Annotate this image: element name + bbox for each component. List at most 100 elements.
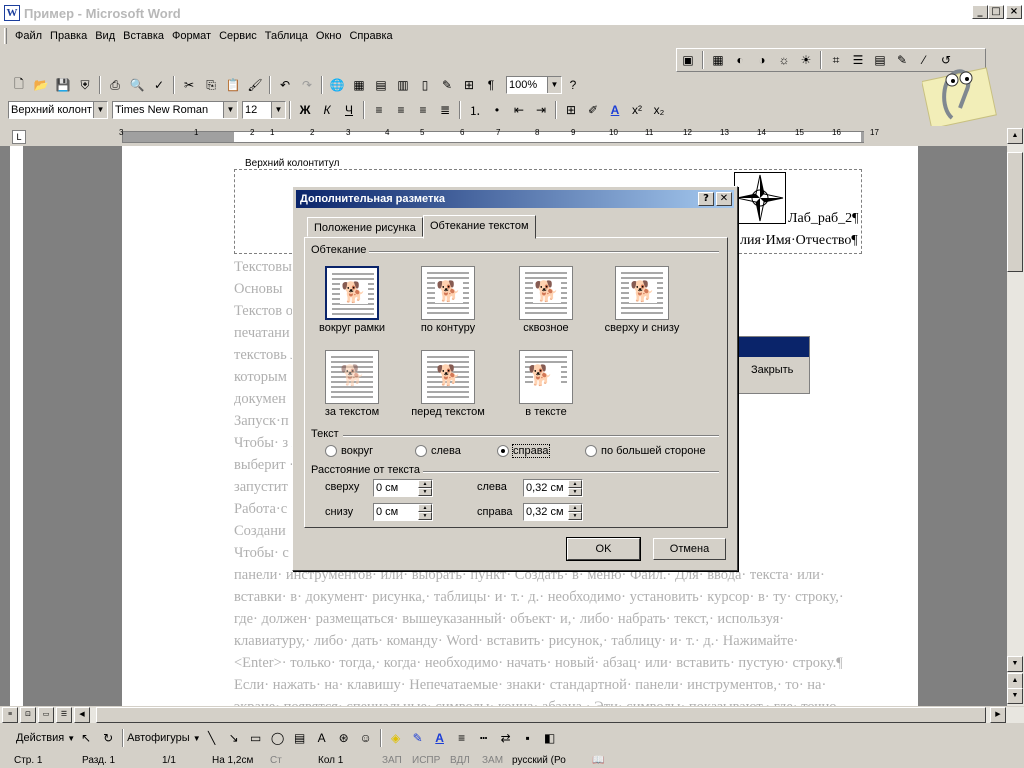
spin-up-icon[interactable]: ▲	[418, 504, 432, 512]
align-right-icon[interactable]: ≡	[412, 99, 434, 121]
3d-icon[interactable]: ◧	[539, 727, 561, 749]
menu-insert[interactable]: Вставка	[123, 30, 164, 42]
document-map-icon[interactable]: ⊞	[458, 74, 480, 96]
format-picture-icon[interactable]: ✎	[891, 49, 913, 71]
less-brightness-icon[interactable]: ☀	[795, 49, 817, 71]
more-contrast-icon[interactable]: ◐	[729, 49, 751, 71]
status-ovr[interactable]: ЗАМ	[482, 755, 503, 766]
open-icon[interactable]: 📂	[30, 74, 52, 96]
arrow-icon[interactable]: ↘	[223, 727, 245, 749]
redo-icon[interactable]: ↷	[296, 74, 318, 96]
minimize-button[interactable]: _	[972, 5, 988, 19]
menu-edit[interactable]: Правка	[50, 30, 87, 42]
vertical-ruler[interactable]	[10, 146, 24, 706]
status-trk[interactable]: ИСПР	[412, 755, 440, 766]
spin-down-icon[interactable]: ▼	[568, 488, 582, 496]
spelling-status-icon[interactable]: 📖	[592, 755, 604, 766]
normal-view-icon[interactable]: ≡	[2, 707, 18, 723]
scroll-down-icon[interactable]: ▼	[1007, 656, 1023, 672]
outline-view-icon[interactable]: ☰	[56, 707, 72, 723]
status-ext[interactable]: ВДЛ	[450, 755, 470, 766]
superscript-icon[interactable]: x²	[626, 99, 648, 121]
next-page-icon[interactable]: ▼	[1007, 688, 1023, 704]
print-icon[interactable]: ⎙	[104, 74, 126, 96]
justify-icon[interactable]: ≣	[434, 99, 456, 121]
wrap-behind-button[interactable]: 🐕	[325, 350, 379, 404]
dash-style-icon[interactable]: ┅	[473, 727, 495, 749]
new-document-icon[interactable]: 🗋	[8, 74, 30, 96]
style-combo[interactable]: Верхний колонт ▼	[8, 101, 108, 119]
chevron-down-icon[interactable]: ▼	[547, 77, 561, 93]
tab-picture-position[interactable]: Положение рисунка	[307, 217, 423, 237]
clipart-icon[interactable]: ☺	[355, 727, 377, 749]
crop-icon[interactable]: ⌗	[825, 49, 847, 71]
close-window-button[interactable]: ×	[1006, 5, 1022, 19]
font-size-combo[interactable]: 12 ▼	[242, 101, 286, 119]
line-icon[interactable]: ╲	[201, 727, 223, 749]
distance-right-input[interactable]: 0,32 см ▲ ▼	[523, 503, 583, 521]
spelling-icon[interactable]: ✓	[148, 74, 170, 96]
insert-table-icon[interactable]: ▤	[370, 74, 392, 96]
select-objects-icon[interactable]: ↖	[75, 727, 97, 749]
borders-icon[interactable]: ⊞	[560, 99, 582, 121]
underline-icon[interactable]: Ч	[338, 99, 360, 121]
help-icon[interactable]: ?	[562, 74, 584, 96]
highlight-icon[interactable]: ✐	[582, 99, 604, 121]
bullets-icon[interactable]: •	[486, 99, 508, 121]
maximize-button[interactable]: □	[988, 5, 1004, 19]
font-combo[interactable]: Times New Roman ▼	[112, 101, 238, 119]
fill-color-icon[interactable]: ◈	[385, 727, 407, 749]
cancel-button[interactable]: Отмена	[653, 538, 726, 560]
actions-menu[interactable]: Действия	[16, 732, 64, 744]
wrap-tight-button[interactable]: 🐕	[421, 266, 475, 320]
status-rec[interactable]: ЗАП	[382, 755, 402, 766]
dialog-help-button[interactable]: ?	[698, 192, 714, 206]
scroll-right-icon[interactable]: ▶	[990, 707, 1006, 723]
tables-borders-icon[interactable]: ▦	[348, 74, 370, 96]
undo-icon[interactable]: ↶	[274, 74, 296, 96]
tab-selector[interactable]: L	[12, 130, 26, 144]
radio-right[interactable]: справа	[497, 444, 550, 458]
less-contrast-icon[interactable]: ◑	[751, 49, 773, 71]
radio-both-sides[interactable]: вокруг	[325, 445, 373, 457]
dialog-title-bar[interactable]: Дополнительная разметка ? ✕	[296, 190, 734, 208]
align-left-icon[interactable]: ≡	[368, 99, 390, 121]
chevron-down-icon[interactable]: ▼	[271, 102, 285, 118]
radio-largest-side[interactable]: по большей стороне	[585, 445, 706, 457]
line-color-icon[interactable]: ✎	[407, 727, 429, 749]
text-box-icon[interactable]: ▤	[289, 727, 311, 749]
wrap-top-bottom-button[interactable]: 🐕	[615, 266, 669, 320]
numbering-icon[interactable]: ⒈	[464, 99, 486, 121]
spin-up-icon[interactable]: ▲	[568, 504, 582, 512]
horizontal-scroll-thumb[interactable]	[96, 707, 986, 723]
print-view-icon[interactable]: ▭	[38, 707, 54, 723]
distance-top-input[interactable]: 0 см ▲ ▼	[373, 479, 433, 497]
permission-icon[interactable]: ⛨	[74, 74, 96, 96]
close-header-button[interactable]: Закрыть	[751, 364, 793, 376]
compass-rose-image[interactable]	[734, 172, 786, 224]
zoom-combo[interactable]: 100% ▼	[506, 76, 562, 94]
free-rotate-icon[interactable]: ↻	[97, 727, 119, 749]
vertical-scrollbar[interactable]: ▲ ▼ ▲ ▼	[1007, 128, 1024, 706]
ok-button[interactable]: OK	[566, 537, 641, 561]
web-view-icon[interactable]: ⊡	[20, 707, 36, 723]
autoshapes-menu[interactable]: Автофигуры	[127, 732, 190, 744]
menu-tools[interactable]: Сервис	[219, 30, 257, 42]
text-wrapping-icon[interactable]: ▤	[869, 49, 891, 71]
tab-text-wrapping[interactable]: Обтекание текстом	[423, 215, 536, 239]
increase-indent-icon[interactable]: ⇥	[530, 99, 552, 121]
word-app-icon[interactable]: W	[4, 5, 20, 21]
subscript-icon[interactable]: x₂	[648, 99, 670, 121]
columns-icon[interactable]: ▯	[414, 74, 436, 96]
drawing-icon[interactable]: ✎	[436, 74, 458, 96]
dialog-close-button[interactable]: ✕	[716, 192, 732, 206]
insert-excel-icon[interactable]: ▥	[392, 74, 414, 96]
show-hide-icon[interactable]: ¶	[480, 74, 502, 96]
wrap-square-button[interactable]: 🐕	[325, 266, 379, 320]
horizontal-scrollbar[interactable]: ≡ ⊡ ▭ ☰ ◀ ▶	[0, 706, 1024, 723]
chevron-down-icon[interactable]: ▼	[67, 734, 75, 743]
wrap-inline-button[interactable]: 🐕	[519, 350, 573, 404]
spin-up-icon[interactable]: ▲	[418, 480, 432, 488]
menu-window[interactable]: Окно	[316, 30, 342, 42]
hyperlink-icon[interactable]: 🌐	[326, 74, 348, 96]
